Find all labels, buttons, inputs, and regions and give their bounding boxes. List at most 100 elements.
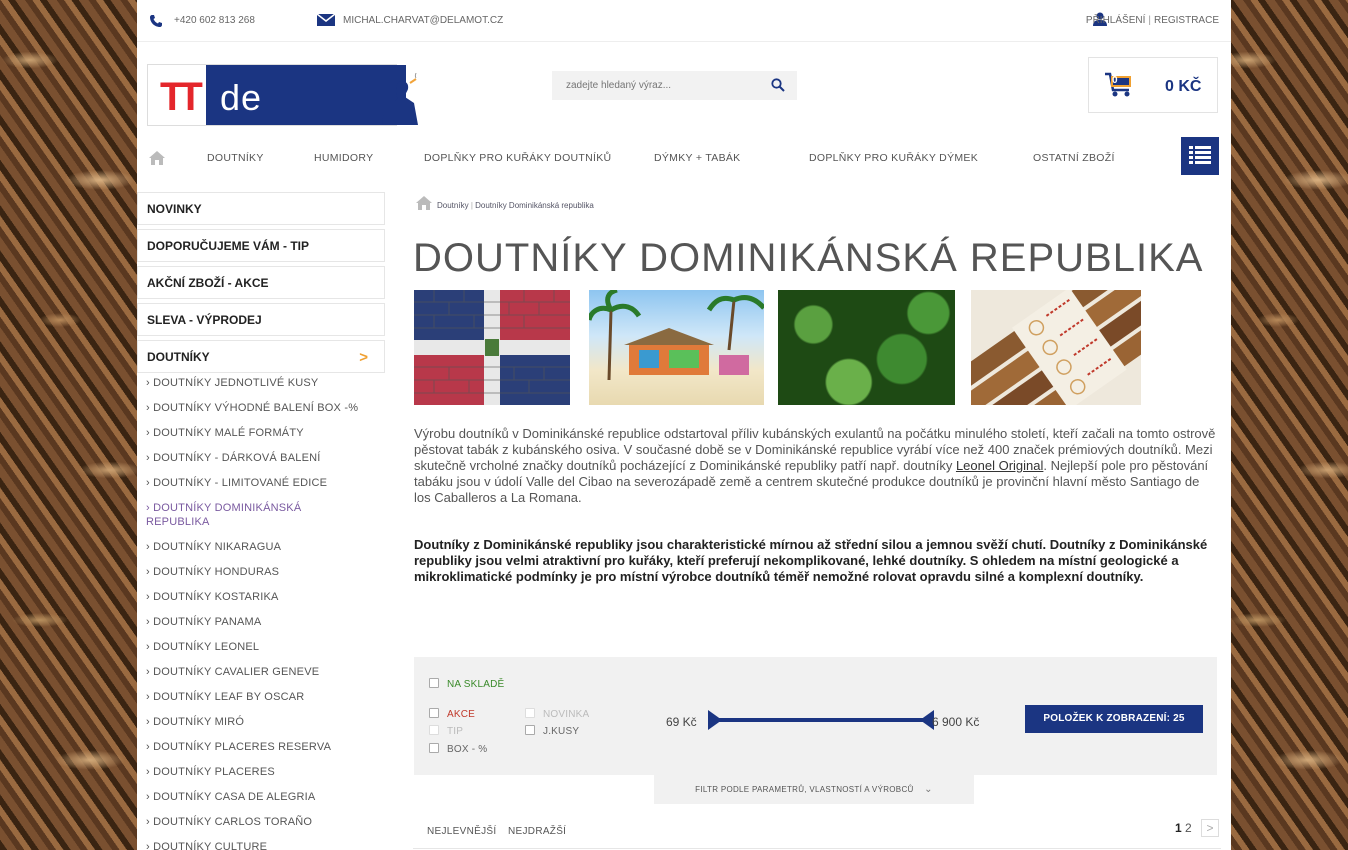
home-icon[interactable] — [149, 151, 165, 168]
page-container: +420 602 813 268 MICHAL.CHARVAT@DELAMOT.… — [137, 0, 1231, 850]
dominican-flag-image — [414, 290, 570, 405]
nav-item-doplnky-dymky[interactable]: DOPLŇKY PRO KUŘÁKY DÝMEK — [809, 152, 978, 164]
breadcrumb-current: Doutníky Dominikánská republika — [475, 201, 594, 210]
subcategory-item[interactable]: › DOUTNÍKY - LIMITOVANÉ EDICE — [146, 471, 385, 496]
cart-widget[interactable]: 0 0 KČ — [1088, 57, 1218, 113]
tobacco-background-left — [0, 0, 150, 850]
subcategory-item-active[interactable]: › DOUTNÍKY DOMINIKÁNSKÁ REPUBLIKA — [146, 496, 326, 535]
cart-icon — [1105, 72, 1135, 103]
nav-item-doutniky[interactable]: DOUTNÍKY — [207, 152, 264, 164]
email-link[interactable]: MICHAL.CHARVAT@DELAMOT.CZ — [343, 15, 503, 26]
checkbox[interactable] — [525, 725, 535, 735]
search-input[interactable] — [552, 71, 762, 100]
price-slider-track[interactable] — [714, 718, 929, 722]
page-2-link[interactable]: 2 — [1185, 821, 1192, 835]
register-link[interactable]: REGISTRACE — [1154, 15, 1219, 26]
nav-item-humidory[interactable]: HUMIDORY — [314, 152, 373, 164]
subcategory-item[interactable]: › DOUTNÍKY KOSTARIKA — [146, 585, 385, 610]
list-menu-icon — [1189, 146, 1211, 164]
phone-icon — [149, 14, 163, 31]
account-separator: | — [1148, 15, 1151, 26]
subcategory-item[interactable]: › DOUTNÍKY MIRÓ — [146, 710, 385, 735]
items-per-page-button[interactable]: POLOŽEK K ZOBRAZENÍ: 25 — [1025, 705, 1203, 733]
sidebar-item-label: DOUTNÍKY — [147, 350, 210, 364]
filter-jkusy[interactable]: J.KUSY — [525, 725, 579, 737]
subcategory-item[interactable]: › DOUTNÍKY VÝHODNÉ BALENÍ BOX -% — [146, 396, 385, 421]
subcategory-item[interactable]: › DOUTNÍKY - DÁRKOVÁ BALENÍ — [146, 446, 385, 471]
phone-number[interactable]: +420 602 813 268 — [174, 15, 255, 26]
sidebar-subcategories: › DOUTNÍKY JEDNOTLIVÉ KUSY › DOUTNÍKY VÝ… — [137, 371, 385, 850]
subcategory-item[interactable]: › DOUTNÍKY CASA DE ALEGRIA — [146, 785, 385, 810]
breadcrumb-link-doutniky[interactable]: Doutníky — [437, 201, 469, 210]
sidebar-item-sleva[interactable]: SLEVA - VÝPRODEJ — [137, 303, 385, 336]
subcategory-item[interactable]: › DOUTNÍKY NIKARAGUA — [146, 535, 385, 560]
checkbox[interactable] — [429, 708, 439, 718]
subcategory-item[interactable]: › DOUTNÍKY CARLOS TORAÑO — [146, 810, 385, 835]
filter-in-stock[interactable]: NA SKLADĚ — [429, 678, 504, 690]
nav-item-dymky-tabak[interactable]: DÝMKY + TABÁK — [654, 152, 740, 164]
leonel-original-link[interactable]: Leonel Original — [956, 458, 1043, 473]
parameter-filter-toggle[interactable]: FILTR PODLE PARAMETRŮ, VLASTNOSTÍ A VÝRO… — [654, 775, 974, 804]
search-icon[interactable] — [771, 78, 785, 97]
filter-label: AKCE — [447, 709, 476, 720]
filter-akce[interactable]: AKCE — [429, 708, 475, 720]
chevron-down-icon: ⌄ — [924, 784, 933, 795]
filter-label: NA SKLADĚ — [447, 679, 505, 690]
subcategory-item[interactable]: › DOUTNÍKY JEDNOTLIVÉ KUSY — [146, 371, 385, 396]
subcategory-item[interactable]: › DOUTNÍKY LEAF BY OSCAR — [146, 685, 385, 710]
checkbox[interactable] — [429, 743, 439, 753]
nav-item-ostatni[interactable]: OSTATNÍ ZBOŽÍ — [1033, 152, 1115, 164]
subcategory-item[interactable]: › DOUTNÍKY HONDURAS — [146, 560, 385, 585]
caribbean-beach-house-image — [589, 290, 764, 405]
logo-name-prefix: de — [220, 77, 263, 118]
sort-cheapest[interactable]: NEJLEVNĚJŠÍ — [427, 826, 496, 837]
price-slider-min-handle[interactable] — [708, 710, 722, 730]
sidebar-item-novinky[interactable]: NOVINKY — [137, 192, 385, 225]
sidebar-item-doutniky[interactable]: DOUTNÍKY > — [137, 340, 385, 373]
subcategory-item[interactable]: › DOUTNÍKY CAVALIER GENEVE — [146, 660, 385, 685]
search-box — [552, 71, 797, 100]
product-filter: NA SKLADĚ AKCE NOVINKA TIP J.KUSY BOX - … — [414, 657, 1217, 775]
filter-label: NOVINKA — [543, 709, 590, 720]
pagination: 1 2 > — [1175, 819, 1219, 837]
subcategory-item[interactable]: › DOUTNÍKY MALÉ FORMÁTY — [146, 421, 385, 446]
chevron-right-icon: > — [359, 349, 368, 366]
filter-label: TIP — [447, 726, 464, 737]
breadcrumb-separator: | — [470, 201, 473, 210]
page-title: DOUTNÍKY DOMINIKÁNSKÁ REPUBLIKA — [413, 236, 1204, 280]
checkbox[interactable] — [429, 678, 439, 688]
sort-most-expensive[interactable]: NEJDRAŽŠÍ — [508, 826, 566, 837]
home-icon[interactable] — [416, 196, 432, 212]
nav-item-doplnky-doutniky[interactable]: DOPLŇKY PRO KUŘÁKY DOUTNÍKŮ — [424, 152, 611, 164]
subcategory-item[interactable]: › DOUTNÍKY CULTURE — [146, 835, 385, 850]
cart-count: 0 — [1112, 75, 1118, 86]
subcategory-item[interactable]: › DOUTNÍKY PANAMA — [146, 610, 385, 635]
subcategory-item[interactable]: › DOUTNÍKY PLACERES — [146, 760, 385, 785]
price-max-label: 6 900 Kč — [932, 715, 980, 729]
filter-label: J.KUSY — [543, 726, 580, 737]
sidebar: NOVINKY DOPORUČUJEME VÁM - TIP AKČNÍ ZBO… — [137, 192, 385, 850]
sidebar-item-akce[interactable]: AKČNÍ ZBOŽÍ - AKCE — [137, 266, 385, 299]
highlight-paragraph: Doutníky z Dominikánské republiky jsou c… — [414, 537, 1208, 584]
smoker-silhouette-icon — [382, 73, 418, 125]
site-logo[interactable]: TT de LAMOTT — [147, 64, 418, 160]
cart-total: 0 KČ — [1165, 78, 1202, 95]
breadcrumb-trail: Doutníky | Doutníky Dominikánská republi… — [437, 201, 594, 210]
account-links: PŘIHLÁŠENÍ | REGISTRACE — [1086, 15, 1219, 26]
main-navigation: DOUTNÍKY HUMIDORY DOPLŇKY PRO KUŘÁKY DOU… — [137, 136, 1231, 180]
checkbox[interactable] — [429, 725, 439, 735]
subcategory-item[interactable]: › DOUTNÍKY PLACERES RESERVA — [146, 735, 385, 760]
tobacco-background-right — [1218, 0, 1348, 850]
logo-mark: TT — [160, 75, 203, 119]
checkbox[interactable] — [525, 708, 535, 718]
filter-box[interactable]: BOX - % — [429, 743, 487, 755]
price-min-label: 69 Kč — [666, 715, 697, 729]
category-images — [414, 290, 1224, 405]
subcategory-item[interactable]: › DOUTNÍKY LEONEL — [146, 635, 385, 660]
filter-novinka[interactable]: NOVINKA — [525, 708, 589, 720]
next-page-button[interactable]: > — [1201, 819, 1219, 837]
menu-list-button[interactable] — [1181, 137, 1219, 175]
login-link[interactable]: PŘIHLÁŠENÍ — [1086, 15, 1145, 26]
sidebar-item-doporucujeme[interactable]: DOPORUČUJEME VÁM - TIP — [137, 229, 385, 262]
filter-tip[interactable]: TIP — [429, 725, 463, 737]
